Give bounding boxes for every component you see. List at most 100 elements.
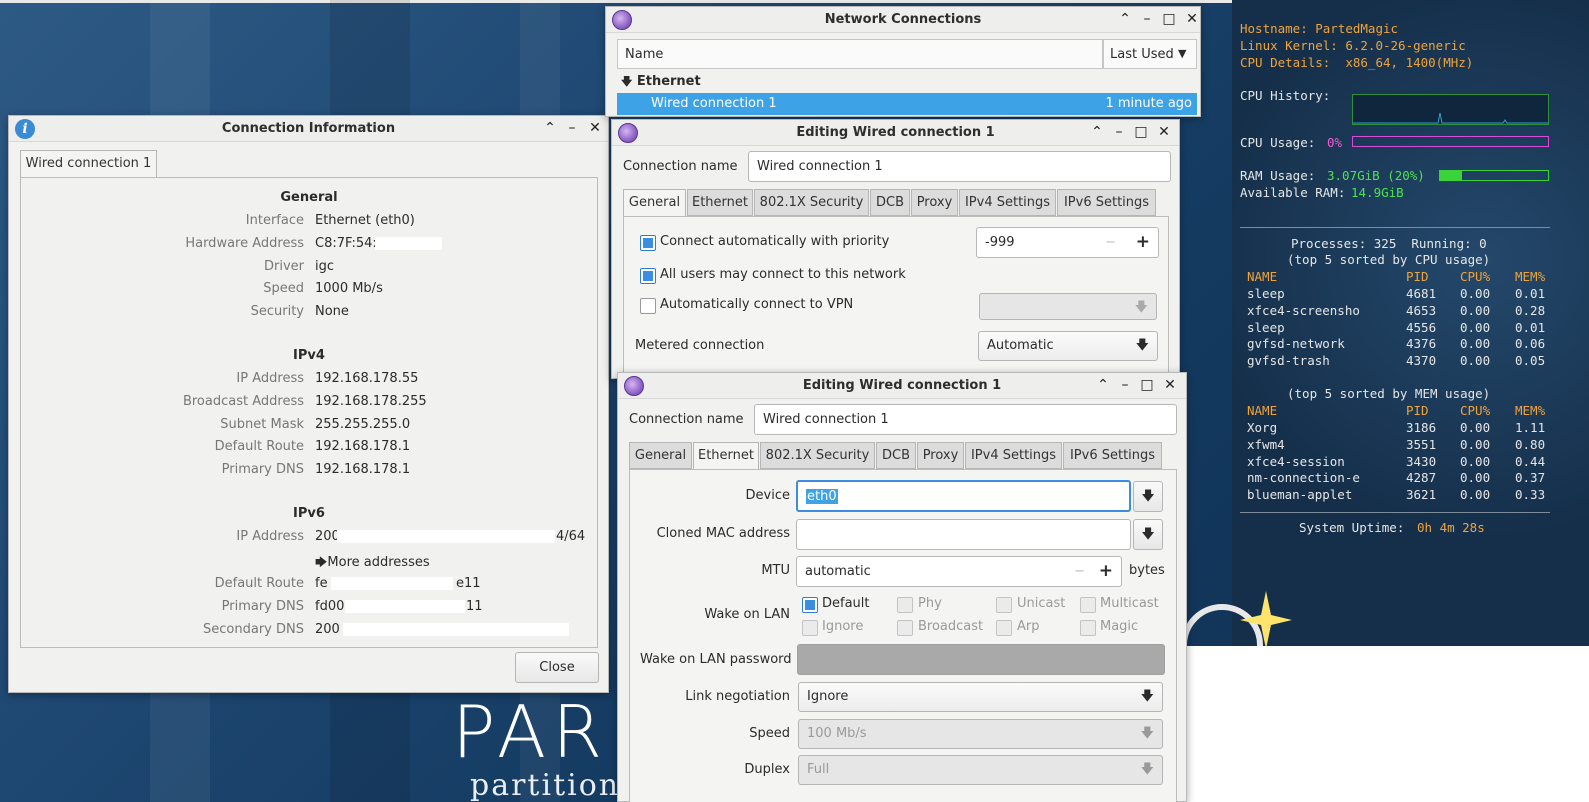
decrement-icon[interactable]: − (1105, 228, 1116, 257)
wol-ignore-checkbox[interactable] (802, 620, 818, 636)
restore-icon[interactable]: □ (1138, 376, 1156, 394)
device-input[interactable]: eth0 (796, 480, 1131, 512)
increment-icon[interactable]: + (1099, 557, 1113, 586)
label-primary-dns: Primary DNS (221, 462, 304, 477)
process-cpu: 0.00 (1460, 436, 1491, 452)
group-ethernet[interactable]: 🡇 Ethernet (621, 73, 701, 92)
connection-row-name: Wired connection 1 (651, 96, 777, 111)
wol-unicast-checkbox[interactable] (996, 597, 1012, 613)
restore-icon[interactable]: □ (1132, 123, 1150, 141)
maximize-icon[interactable]: – (1116, 376, 1134, 394)
more-addresses-expander[interactable]: 🡆More addresses (315, 553, 430, 574)
wol-broadcast-label: Broadcast (918, 619, 984, 634)
minimize-icon[interactable]: ⌃ (1094, 376, 1112, 394)
wol-multicast-checkbox[interactable] (1080, 597, 1096, 613)
cloned-mac-dropdown-button[interactable]: 🡇 (1133, 519, 1163, 550)
process-name: gvfsd-trash (1247, 353, 1330, 369)
wol-default-checkbox[interactable] (802, 597, 818, 613)
auto-vpn-checkbox[interactable] (640, 298, 656, 314)
process-cpu: 0.00 (1460, 420, 1491, 435)
cloned-mac-input[interactable] (796, 519, 1131, 550)
redaction (337, 530, 555, 543)
conky-col-pid: PID (1406, 403, 1429, 418)
tab-8021x-security[interactable]: 802.1X Security (760, 442, 875, 469)
minimize-icon[interactable]: ⌃ (541, 119, 559, 137)
connection-name-input[interactable]: Wired connection 1 (748, 151, 1171, 182)
connection-name-input[interactable]: Wired connection 1 (754, 404, 1177, 435)
decrement-icon[interactable]: − (1074, 557, 1085, 586)
maximize-icon[interactable]: – (563, 119, 581, 137)
tab-proxy[interactable]: Proxy (911, 189, 958, 216)
label-ipv6-primary-dns: Primary DNS (221, 599, 304, 614)
process-pid: 4376 (1406, 336, 1437, 352)
titlebar[interactable]: Network Connections ⌃ – □ ✕ (606, 7, 1200, 33)
tab-ipv6-settings[interactable]: IPv6 Settings (1063, 442, 1162, 469)
process-mem: 0.06 (1515, 336, 1546, 352)
titlebar[interactable]: Editing Wired connection 1 ⌃ – □ ✕ (612, 120, 1179, 146)
device-value: eth0 (806, 489, 838, 504)
maximize-icon[interactable]: – (1110, 123, 1128, 141)
process-mem: 0.80 (1515, 436, 1546, 452)
column-header-last-used[interactable]: Last Used ▼ (1103, 39, 1197, 69)
tab-ipv4-settings[interactable]: IPv4 Settings (959, 189, 1056, 216)
restore-icon[interactable]: □ (1160, 10, 1178, 28)
link-negotiation-select[interactable]: Ignore 🡇 (798, 682, 1163, 712)
auto-connect-checkbox[interactable] (640, 235, 656, 251)
tab-8021x-security[interactable]: 802.1X Security (754, 189, 869, 216)
process-pid: 4370 (1406, 353, 1437, 369)
metered-label: Metered connection (635, 338, 765, 353)
tab-ipv6-settings[interactable]: IPv6 Settings (1057, 189, 1156, 216)
partedmagic-logo-subtitle: partition (470, 768, 621, 802)
wol-unicast-label: Unicast (1017, 596, 1066, 611)
tab-proxy[interactable]: Proxy (917, 442, 964, 469)
wol-magic-checkbox[interactable] (1080, 620, 1096, 636)
conky-ram-usage-value: 3.07GiB (20%) (1327, 168, 1425, 183)
priority-spinbutton[interactable]: -999 − + (976, 227, 1159, 258)
tab-general[interactable]: General (629, 442, 692, 469)
minimize-icon[interactable]: ⌃ (1088, 123, 1106, 141)
close-icon[interactable]: ✕ (586, 119, 604, 137)
close-icon[interactable]: ✕ (1155, 123, 1173, 141)
close-button[interactable]: Close (515, 652, 599, 683)
maximize-icon[interactable]: – (1138, 10, 1156, 28)
speed-select: 100 Mb/s 🡇 (798, 719, 1163, 749)
wol-phy-checkbox[interactable] (897, 597, 913, 613)
tab-ethernet[interactable]: Ethernet (687, 189, 753, 216)
tab-dcb[interactable]: DCB (870, 189, 910, 216)
minimize-icon[interactable]: ⌃ (1116, 10, 1134, 28)
column-header-name[interactable]: Name (617, 39, 1103, 69)
conky-col-mem: MEM% (1515, 403, 1546, 418)
duplex-value: Full (807, 762, 830, 777)
metered-select[interactable]: Automatic 🡇 (978, 331, 1158, 361)
wol-broadcast-checkbox[interactable] (897, 620, 913, 636)
connection-row-selected[interactable]: Wired connection 1 1 minute ago (617, 93, 1197, 115)
connection-name-label: Connection name (623, 159, 738, 174)
value-ipv6-dns-end: 11 (466, 599, 483, 614)
process-cpu: 0.00 (1460, 286, 1491, 301)
tab-general[interactable]: General (623, 189, 686, 217)
process-mem: 0.33 (1515, 487, 1546, 503)
conky-col-name: NAME (1247, 403, 1278, 418)
titlebar[interactable]: Editing Wired connection 1 ⌃ – □ ✕ (618, 373, 1186, 399)
conky-col-pid: PID (1406, 269, 1429, 284)
duplex-select: Full 🡇 (798, 755, 1163, 785)
tab-dcb[interactable]: DCB (876, 442, 916, 469)
label-ipv6-default-route: Default Route (214, 576, 304, 591)
process-pid: 3621 (1406, 487, 1437, 503)
close-icon[interactable]: ✕ (1161, 376, 1179, 394)
tab-wired-connection-1[interactable]: Wired connection 1 (20, 150, 157, 178)
tab-ethernet[interactable]: Ethernet (693, 442, 759, 470)
tab-ipv4-settings[interactable]: IPv4 Settings (965, 442, 1062, 469)
dropdown-arrow-icon: 🡇 (1135, 338, 1149, 353)
mtu-spinbutton[interactable]: automatic − + (796, 556, 1122, 587)
close-icon[interactable]: ✕ (1183, 10, 1201, 28)
titlebar[interactable]: i Connection Information ⌃ – ✕ (9, 116, 608, 142)
device-dropdown-button[interactable]: 🡇 (1133, 481, 1163, 512)
wol-arp-checkbox[interactable] (996, 620, 1012, 636)
increment-icon[interactable]: + (1136, 228, 1150, 257)
dropdown-arrow-icon: 🡇 (1134, 300, 1148, 315)
mtu-value: automatic (805, 564, 871, 579)
link-negotiation-value: Ignore (807, 689, 849, 704)
group-ethernet-label: Ethernet (636, 74, 701, 89)
all-users-checkbox[interactable] (640, 268, 656, 284)
